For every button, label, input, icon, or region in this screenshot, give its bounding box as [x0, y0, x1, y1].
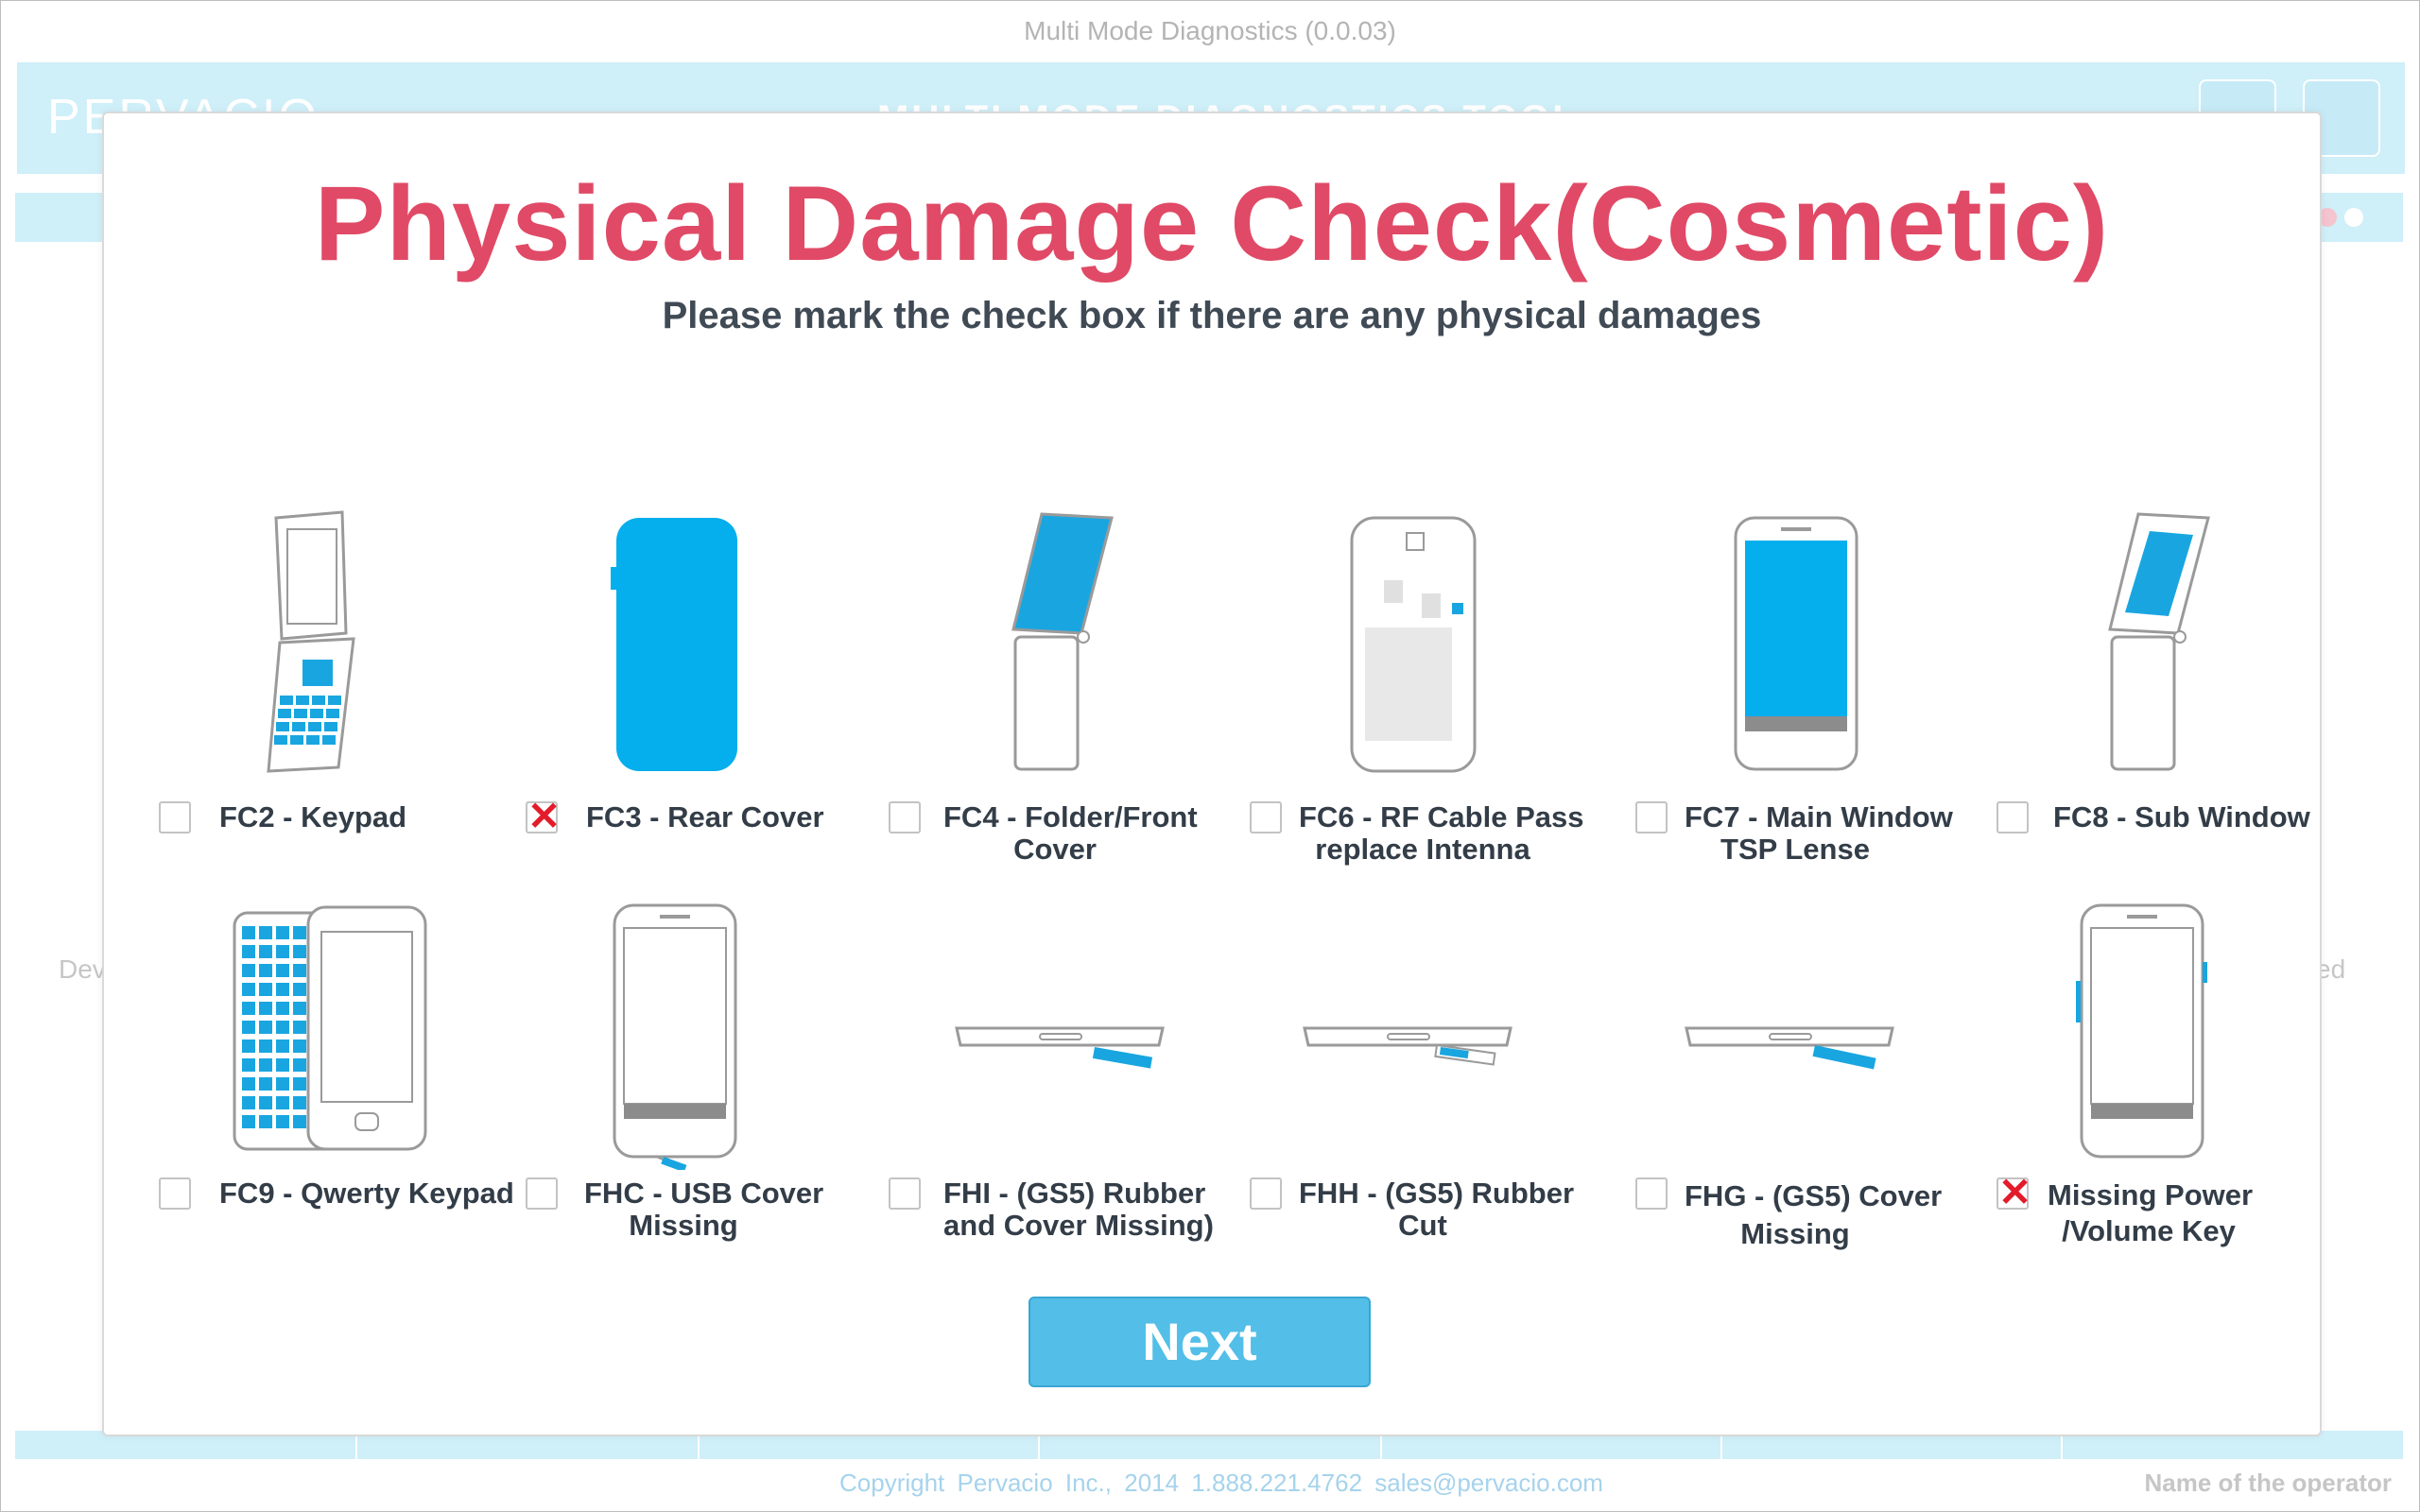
- label-power-volume-line2: /Volume Key: [2062, 1214, 2236, 1247]
- label-fc4: FC4 - Folder/Front Cover: [943, 800, 1198, 866]
- dialog-title: Physical Damage Check(Cosmetic): [314, 164, 2110, 283]
- label-fc6: FC6 - RF Cable Pass replace Intenna: [1299, 800, 1584, 866]
- label-fc3: FC3 - Rear Cover: [586, 800, 824, 833]
- phone-back-internals-icon: [1348, 514, 1480, 780]
- flip-phone-folder-icon: [1010, 510, 1123, 780]
- flip-phone-sub-window-icon: [2106, 510, 2220, 780]
- label-fc4-line1: FC4 - Folder/Front: [943, 800, 1198, 833]
- label-fhi-line1: FHI - (GS5) Rubber: [943, 1177, 1206, 1210]
- label-fc6-line2: replace Intenna: [1315, 833, 1530, 866]
- step-dot: [2344, 208, 2363, 227]
- label-fhi-line2: and Cover Missing): [943, 1209, 1214, 1242]
- damage-check-dialog: Physical Damage Check(Cosmetic) Please m…: [102, 112, 2322, 1436]
- label-fc6-line1: FC6 - RF Cable Pass: [1299, 800, 1584, 833]
- label-power-volume-line1: Missing Power: [2048, 1178, 2254, 1211]
- label-fc7-line2: TSP Lense: [1720, 833, 1870, 866]
- checkbox-fhh[interactable]: [1250, 1177, 1282, 1210]
- label-fhc: FHC - USB Cover Missing: [584, 1177, 824, 1242]
- label-fc2: FC2 - Keypad: [219, 800, 407, 833]
- checkbox-fc9[interactable]: [159, 1177, 191, 1210]
- checkbox-power-volume[interactable]: ✕: [1996, 1173, 2031, 1212]
- label-fhh-line2: Cut: [1398, 1209, 1447, 1242]
- label-fc7: FC7 - Main Window TSP Lense: [1685, 800, 1953, 866]
- label-fhh: FHH - (GS5) Rubber Cut: [1299, 1177, 1575, 1242]
- checkbox-fc3[interactable]: ✕: [526, 797, 561, 836]
- window-title: Multi Mode Diagnostics (0.0.03): [1024, 16, 1396, 45]
- checkbox-fhc[interactable]: [526, 1177, 558, 1210]
- phone-side-keys-icon: [2076, 902, 2208, 1167]
- checkbox-fc6[interactable]: [1250, 801, 1282, 833]
- checkbox-fc7[interactable]: [1635, 801, 1668, 833]
- phone-bottom-edge-rubber-icon: [1301, 1024, 1514, 1086]
- checkbox-fhi[interactable]: [889, 1177, 921, 1210]
- label-fhi: FHI - (GS5) Rubber and Cover Missing): [943, 1177, 1214, 1242]
- slider-qwerty-phone-icon: [231, 903, 431, 1161]
- flip-phone-keypad-icon: [267, 510, 371, 780]
- phone-bottom-edge-gs5-cover-icon: [1683, 1024, 1896, 1086]
- phone-main-window-icon: [1732, 514, 1864, 780]
- label-fhg-line1: FHG - (GS5) Cover: [1685, 1179, 1943, 1212]
- label-fc4-line2: Cover: [1013, 833, 1097, 866]
- checkbox-fc4[interactable]: [889, 801, 921, 833]
- label-fhc-line2: Missing: [629, 1209, 738, 1242]
- background-side-text: Dev: [59, 954, 106, 984]
- phone-rear-cover-icon: [611, 514, 743, 780]
- dialog-subtitle: Please mark the check box if there are a…: [662, 295, 1762, 336]
- checkbox-fhg[interactable]: [1635, 1177, 1668, 1210]
- copyright-text: Copyright Pervacio Inc., 2014 1.888.221.…: [839, 1469, 1603, 1497]
- label-fc7-line1: FC7 - Main Window: [1685, 800, 1953, 833]
- label-fhg: FHG - (GS5) Cover Missing: [1685, 1177, 1943, 1253]
- label-power-volume: Missing Power /Volume Key: [2048, 1177, 2254, 1249]
- label-fc9: FC9 - Qwerty Keypad: [219, 1177, 514, 1210]
- label-fhg-line2: Missing: [1740, 1217, 1850, 1250]
- label-fhc-line1: FHC - USB Cover: [584, 1177, 824, 1210]
- checkbox-fc8[interactable]: [1996, 801, 2029, 833]
- checkbox-fc2[interactable]: [159, 801, 191, 833]
- operator-name: Name of the operator: [2144, 1469, 2393, 1497]
- phone-usb-cover-icon: [611, 902, 743, 1175]
- label-fc8: FC8 - Sub Window: [2053, 800, 2310, 833]
- next-button[interactable]: Next: [1028, 1297, 1371, 1387]
- label-fhh-line1: FHH - (GS5) Rubber: [1299, 1177, 1575, 1210]
- phone-bottom-edge-cover-icon: [953, 1024, 1167, 1086]
